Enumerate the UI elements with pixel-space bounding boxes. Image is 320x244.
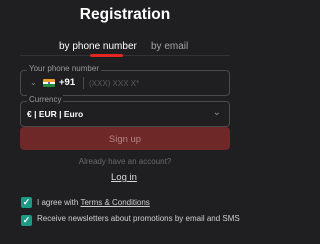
terms-link[interactable]: Terms & Conditions (80, 198, 149, 207)
currency-value[interactable]: € | EUR | Euro (27, 109, 83, 119)
terms-label: I agree with Terms & Conditions (37, 198, 150, 209)
newsletter-label: Receive newsletters about promotions by … (37, 214, 240, 223)
country-code[interactable]: +91 (59, 77, 75, 88)
tab-phone[interactable]: by phone number (59, 41, 137, 52)
chevron-down-icon[interactable]: ⌄ (30, 78, 37, 87)
india-flag-icon[interactable] (43, 79, 55, 87)
chevron-down-icon[interactable]: ⌄ (213, 107, 221, 118)
phone-input[interactable] (89, 75, 219, 91)
terms-checkbox[interactable]: ✓ (21, 197, 32, 208)
currency-field-label: Currency (27, 95, 64, 105)
field-divider (83, 77, 84, 89)
currency-select[interactable]: Currency € | EUR | Euro ⌄ (20, 95, 230, 127)
phone-field[interactable]: Your phone number ⌄ +91 (20, 64, 230, 96)
tab-email[interactable]: by email (151, 41, 188, 52)
terms-prefix-text: I agree with (37, 198, 81, 207)
active-tab-indicator (90, 54, 123, 57)
checkmark-icon: ✓ (22, 215, 31, 225)
page-title: Registration (79, 6, 171, 23)
login-link[interactable]: Log in (111, 172, 137, 183)
checkmark-icon: ✓ (22, 197, 31, 207)
signup-button[interactable]: Sign up (20, 127, 230, 150)
newsletter-checkbox[interactable]: ✓ (21, 215, 32, 226)
phone-field-label: Your phone number (27, 64, 101, 74)
tab-divider (20, 55, 230, 56)
already-have-account-text: Already have an account? (78, 157, 172, 166)
